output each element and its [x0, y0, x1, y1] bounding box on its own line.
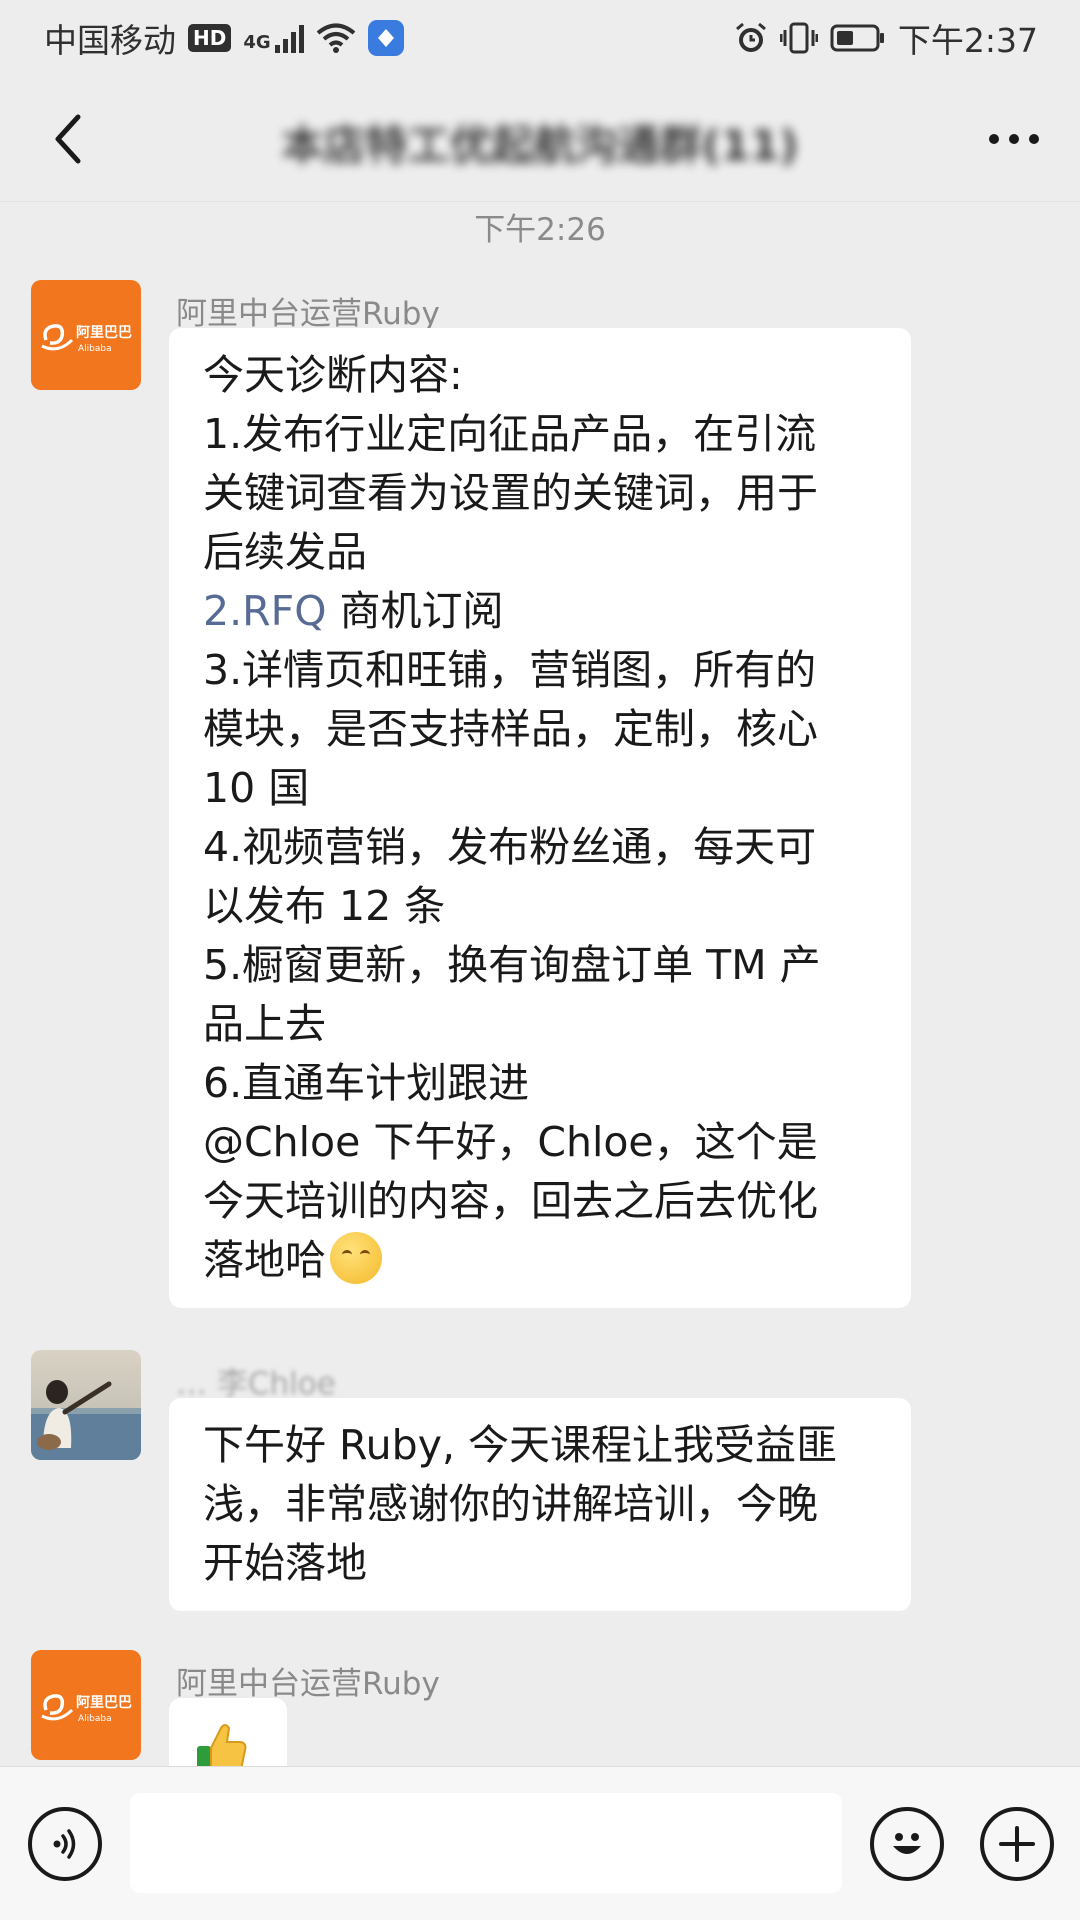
plus-button[interactable] [980, 1807, 1054, 1881]
carrier-name: 中国移动 [44, 21, 176, 60]
emoji-face-icon [893, 1833, 921, 1854]
wifi-icon [316, 23, 355, 53]
user-photo-icon [31, 1350, 141, 1460]
message-bubble[interactable]: 今天诊断内容: 1.发布行业定向征品产品，在引流 关键词查看为设置的关键词，用于… [169, 328, 911, 1308]
alibaba-logo-icon: 阿里巴巴 Alibaba [41, 324, 132, 354]
hd-badge: HD [188, 24, 232, 52]
message-bubble[interactable] [169, 1698, 287, 1766]
message-line-text: 落地哈 [203, 1236, 326, 1284]
input-bar [0, 1766, 1080, 1920]
message-line: 1.发布行业定向征品产品，在引流 [203, 410, 817, 458]
message-line: 以发布 12 条 [203, 882, 446, 930]
chat-title-text: 本店特工优起航沟通群(11) [281, 121, 799, 170]
smile-emoji-icon [330, 1232, 382, 1284]
svg-text:Alibaba: Alibaba [78, 344, 112, 354]
alibaba-logo-icon: 阿里巴巴 Alibaba [41, 1694, 132, 1724]
voice-icon [53, 1829, 76, 1859]
message-input[interactable] [130, 1793, 842, 1893]
message-timestamp: 下午2:26 [474, 212, 606, 248]
avatar[interactable]: 阿里巴巴 Alibaba [31, 1650, 141, 1760]
chat-screen: 中国移动 HD 4G 下午2:37 本店特工优起航沟通群(11) 下午2:26 … [0, 0, 1080, 1920]
message-line: 4.视频营销，发布粉丝通，每天可 [203, 823, 817, 871]
message-line: 开始落地 [203, 1539, 367, 1587]
message-line: @Chloe 下午好，Chloe，这个是 [203, 1118, 818, 1166]
message-line: 下午好 Ruby, 今天课程让我受益匪 [203, 1421, 838, 1469]
sender-name: 阿里中台运营Ruby [176, 296, 440, 332]
chat-title: 本店特工优起航沟通群(11) [200, 112, 880, 174]
message-line-rest: 商机订阅 [326, 587, 504, 635]
message-line: 今天诊断内容: [203, 351, 463, 399]
status-right: 下午2:37 [734, 14, 1038, 62]
svg-text:阿里巴巴: 阿里巴巴 [76, 325, 132, 341]
network-type: 4G [243, 32, 271, 53]
back-button[interactable] [30, 101, 106, 177]
message-line: 后续发品 [203, 528, 367, 576]
message-line: 关键词查看为设置的关键词，用于 [203, 469, 818, 517]
message-line-last: 落地哈 [203, 1231, 877, 1290]
plus-icon [999, 1826, 1035, 1862]
more-button[interactable] [976, 101, 1052, 177]
message-line: 5.橱窗更新，换有询盘订单 TM 产 [203, 941, 821, 989]
status-left: 中国移动 HD 4G [44, 14, 404, 62]
alarm-icon [735, 22, 766, 52]
message-line: 3.详情页和旺铺，营销图，所有的 [203, 646, 817, 694]
sender-name: … 李Chloe [176, 1366, 336, 1402]
message-bubble[interactable]: 下午好 Ruby, 今天课程让我受益匪 浅，非常感谢你的讲解培训，今晚 开始落地 [169, 1398, 911, 1611]
message-line: 模块，是否支持样品，定制，核心 [203, 705, 818, 753]
status-time: 下午2:37 [897, 21, 1038, 60]
rfq-link[interactable]: 2.RFQ [203, 587, 326, 635]
message-list[interactable]: 下午2:26 阿里巴巴 Alibaba 阿里中台运营Ruby 今天诊断内容: 1… [0, 202, 1080, 1766]
message-line: 品上去 [203, 1000, 326, 1048]
vibrate-icon [779, 22, 818, 54]
chevron-left-icon [55, 114, 81, 163]
message-line: 6.直通车计划跟进 [203, 1059, 530, 1107]
message-line: 浅，非常感谢你的讲解培训，今晚 [203, 1480, 818, 1528]
status-bar: 中国移动 HD 4G 下午2:37 [0, 0, 1080, 76]
chat-header: 本店特工优起航沟通群(11) [0, 76, 1080, 202]
signal-icon [274, 23, 304, 53]
svg-text:阿里巴巴: 阿里巴巴 [76, 1695, 132, 1711]
message-line: 10 国 [203, 764, 310, 812]
battery-icon [830, 24, 884, 52]
thumbs-up-emoji-icon [197, 1724, 247, 1766]
emoji-button[interactable] [870, 1807, 944, 1881]
message-line-rfq: 2.RFQ 商机订阅 [203, 582, 877, 641]
avatar[interactable] [31, 1350, 141, 1460]
sender-name: 阿里中台运营Ruby [176, 1666, 440, 1702]
svg-text:Alibaba: Alibaba [78, 1714, 112, 1724]
voice-button[interactable] [28, 1807, 102, 1881]
more-dots-icon [989, 133, 1039, 144]
app-notification-icon [367, 20, 404, 56]
avatar[interactable]: 阿里巴巴 Alibaba [31, 280, 141, 390]
message-line: 今天培训的内容，回去之后去优化 [203, 1177, 818, 1225]
